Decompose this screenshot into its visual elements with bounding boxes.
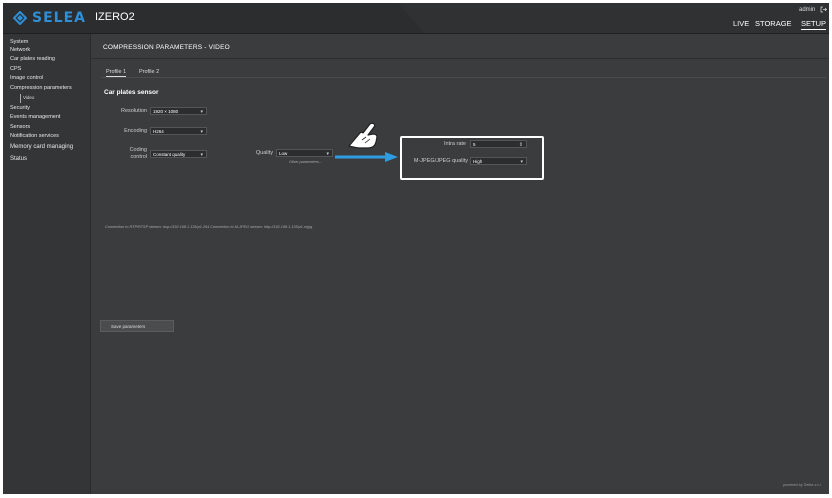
coding-control-label-line1: Coding <box>129 147 147 153</box>
sidebar-item-system[interactable]: System <box>10 39 28 45</box>
encoding-select[interactable]: H264 ▾ <box>150 127 207 135</box>
nav-live[interactable]: LIVE <box>733 19 749 28</box>
sidebar-item-status[interactable]: Status <box>10 156 27 162</box>
sidebar-item-sensors[interactable]: Sensors <box>10 124 30 130</box>
encoding-label: Encoding <box>124 128 147 134</box>
chevron-down-icon: ▾ <box>200 109 203 115</box>
quality-label: Quality <box>255 150 273 156</box>
page-title: COMPRESSION PARAMETERS - VIDEO <box>103 44 230 51</box>
sidebar-item-notification-services[interactable]: Notification services <box>10 133 59 139</box>
sidebar-item-compression-parameters[interactable]: Compression parameters <box>10 85 72 91</box>
sidebar-item-image-control[interactable]: Image control <box>10 75 43 81</box>
sidebar-item-events-management[interactable]: Events management <box>10 114 60 120</box>
main-content: COMPRESSION PARAMETERS - VIDEO Profile 1… <box>91 34 829 494</box>
resolution-value: 1920 × 1080 <box>153 109 179 114</box>
sidebar-item-memory-card-managing[interactable]: Memory card managing <box>10 144 73 150</box>
user-name: admin <box>799 7 816 13</box>
powered-by: powered by Selea s.r.l. <box>783 483 822 487</box>
chevron-down-icon: ▾ <box>520 159 523 165</box>
sidebar-item-cps[interactable]: CPS <box>10 66 21 72</box>
other-parameters-link[interactable]: Other parameters... <box>289 160 322 164</box>
nav-storage[interactable]: STORAGE <box>755 19 792 28</box>
logo-text: SELEA <box>32 10 86 26</box>
logo: SELEA <box>13 9 86 27</box>
intra-rate-label: Intra rate <box>443 141 466 147</box>
intra-rate-input[interactable]: 5 ⇕ <box>470 140 527 148</box>
section-title: Car plates sensor <box>104 89 159 96</box>
nav-setup[interactable]: SETUP <box>801 19 827 30</box>
resolution-label: Resolution <box>121 108 147 114</box>
chevron-down-icon: ▾ <box>200 152 203 158</box>
mjpeg-quality-select[interactable]: High ▾ <box>470 157 527 165</box>
encoding-value: H264 <box>153 129 164 134</box>
coding-control-select[interactable]: Constant quality ▾ <box>150 150 207 158</box>
mjpeg-quality-label: M-JPEG/JPEG quality <box>413 158 468 164</box>
tabs-divider <box>101 77 826 78</box>
tab-profile-2[interactable]: Profile 2 <box>139 69 159 75</box>
chevron-down-icon: ▾ <box>200 129 203 135</box>
sidebar-item-security[interactable]: Security <box>10 105 30 111</box>
chevron-down-icon: ▾ <box>326 151 329 157</box>
sidebar: System Network Car plates reading CPS Im… <box>3 34 91 494</box>
coding-control-label-line2: control <box>130 154 147 160</box>
blue-arrow-icon <box>335 152 398 162</box>
sidebar-sub-indicator <box>20 94 21 103</box>
tab-profile-1[interactable]: Profile 1 <box>106 69 127 77</box>
quality-value: Low <box>279 151 288 156</box>
mjpeg-quality-value: High <box>473 159 483 164</box>
resolution-select[interactable]: 1920 × 1080 ▾ <box>150 107 207 115</box>
app-window: SELEA IZERO2 LIVE STORAGE SETUP admin Sy… <box>3 3 829 494</box>
sidebar-item-video[interactable]: Video <box>23 95 34 100</box>
intra-rate-value: 5 <box>473 142 476 147</box>
logout-icon[interactable] <box>820 6 827 15</box>
pointing-hand-icon <box>348 122 378 149</box>
top-bar: SELEA IZERO2 LIVE STORAGE SETUP admin <box>3 3 829 34</box>
save-parameters-button[interactable]: Save parameters <box>100 320 174 332</box>
device-name: IZERO2 <box>95 11 135 23</box>
coding-control-value: Constant quality <box>153 152 186 157</box>
title-divider <box>91 58 829 59</box>
stepper-icon[interactable]: ⇕ <box>519 141 523 149</box>
top-bar-accent <box>398 3 829 33</box>
connection-note: Connection to RTP/RTSP stream: rtsp://19… <box>105 225 313 229</box>
sidebar-item-network[interactable]: Network <box>10 47 30 53</box>
quality-select[interactable]: Low ▾ <box>276 149 333 157</box>
sidebar-item-car-plates-reading[interactable]: Car plates reading <box>10 56 55 62</box>
selea-diamond-icon <box>13 11 27 25</box>
